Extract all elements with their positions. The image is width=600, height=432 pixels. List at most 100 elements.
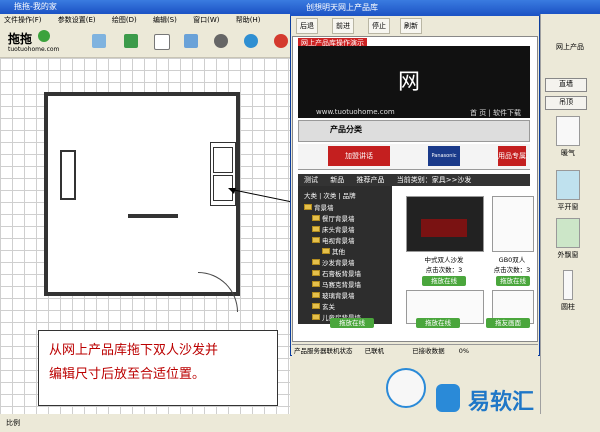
category-title: 产品分类: [330, 125, 362, 134]
sofa-cushion-1: [213, 147, 233, 173]
menu-file[interactable]: 文件操作(F): [4, 16, 42, 24]
wall-segment: [128, 214, 178, 218]
menu-edit[interactable]: 编辑(S): [153, 16, 177, 24]
sofa-image: [421, 219, 467, 237]
folder-icon: [312, 314, 320, 320]
bay-window-label: 外飘窗: [557, 251, 579, 259]
tree-item[interactable]: 其他: [322, 246, 345, 256]
refresh-button[interactable]: 刷新: [400, 18, 422, 34]
tree-item[interactable]: 马赛克背景墙: [312, 279, 361, 289]
open-icon[interactable]: [92, 34, 106, 48]
tree-tab-brand[interactable]: 品牌: [343, 192, 356, 200]
folder-icon: [312, 215, 320, 221]
tab-new[interactable]: 新品: [330, 176, 344, 184]
folder-icon: [312, 303, 320, 309]
settings-icon[interactable]: [214, 34, 228, 48]
app-logo: 拖拖: [8, 32, 33, 46]
drag-online-button[interactable]: 拖放在线: [422, 276, 466, 286]
menu-window[interactable]: 窗口(W): [193, 16, 219, 24]
radiator-label: 暖气: [561, 149, 575, 157]
column-icon: [563, 270, 573, 300]
casement-window-item[interactable]: 平开窗: [548, 170, 588, 212]
logo-ball-icon: [38, 30, 50, 42]
column-label: 圆柱: [561, 303, 575, 311]
menu-params[interactable]: 参数设置(E): [58, 16, 96, 24]
close-icon[interactable]: [274, 34, 288, 48]
menu-help[interactable]: 帮助(H): [236, 16, 261, 24]
tree-item[interactable]: 玻璃背景墙: [312, 290, 355, 300]
drag-online-button-3[interactable]: 拖放在线: [330, 318, 374, 328]
tree-item[interactable]: 背景墙: [304, 202, 334, 212]
product-tabs: 测试 新品 推荐产品 当前类别：家具>>沙发: [298, 174, 530, 186]
tab-recommended[interactable]: 推荐产品: [356, 176, 384, 184]
folder-icon: [312, 281, 320, 287]
promo-banner-2[interactable]: 用品专属: [498, 146, 526, 166]
radiator-icon: [556, 116, 580, 146]
popup-title: 创想明天网上产品库: [290, 0, 540, 16]
product-name: 中式双人沙发: [424, 256, 464, 264]
stop-button[interactable]: 停止: [368, 18, 390, 34]
room-outline[interactable]: [44, 92, 240, 296]
scale-label: 比例: [6, 419, 20, 427]
tree-tab-major[interactable]: 大类: [304, 192, 317, 200]
banner-text: 网: [398, 70, 421, 95]
tree-item[interactable]: 电视背景墙: [312, 235, 355, 245]
drag-online-button-4[interactable]: 拖放在线: [416, 318, 460, 328]
buddy-view-button[interactable]: 拖友画面: [486, 318, 530, 328]
tv-cabinet[interactable]: [60, 150, 76, 200]
mascot-icon: [386, 368, 426, 408]
tree-item[interactable]: 石膏板背景墙: [312, 268, 361, 278]
banner-url: www.tuotuohome.com: [316, 108, 395, 116]
tree-item[interactable]: 沙发背景墙: [312, 257, 355, 267]
app-logo-url: tuotuohome.com: [8, 46, 60, 53]
forward-button[interactable]: 前进: [332, 18, 354, 34]
status-received: 已接收数据: [412, 347, 445, 355]
banner-links[interactable]: 首 页 | 软件下载: [470, 108, 521, 118]
window-icon: [556, 170, 580, 200]
status-online: 已联机: [364, 347, 385, 355]
caption-line-1: 从网上产品库拖下双人沙发并: [49, 343, 219, 358]
column-item[interactable]: 圆柱: [548, 270, 588, 312]
watermark-text: 易软汇: [468, 390, 535, 415]
tree-tab-minor[interactable]: 次类: [323, 192, 336, 200]
main-toolbar: 拖拖 tuotuohome.com: [0, 26, 290, 58]
product-thumb-sofa[interactable]: [406, 196, 484, 252]
tab-test[interactable]: 测试: [304, 176, 318, 184]
breadcrumb: 当前类别：家具>>沙发: [396, 176, 472, 184]
product-thumb-2[interactable]: [492, 196, 534, 252]
drag-online-button-2[interactable]: 拖放在线: [496, 276, 530, 286]
caption-box: 从网上产品库拖下双人沙发并 编辑尺寸后放至合适位置。: [38, 330, 278, 406]
ceiling-button[interactable]: 吊顶: [545, 96, 587, 110]
main-menubar: 文件操作(F) 参数设置(E) 绘图(D) 编辑(S) 窗口(W) 帮助(H): [0, 14, 290, 26]
print-icon[interactable]: [184, 34, 198, 48]
tree-header: 大类 | 次类 | 品牌: [304, 192, 356, 200]
tree-item[interactable]: 玄关: [312, 301, 335, 311]
brand-shield-icon: [436, 384, 460, 412]
folder-icon: [312, 292, 320, 298]
popup-navbar: 后退 前进 停止 刷新: [292, 18, 538, 34]
bay-window-item[interactable]: 外飘窗: [548, 218, 588, 260]
folder-icon: [322, 248, 330, 254]
casement-window-label: 平开窗: [557, 203, 579, 211]
network-icon[interactable]: [244, 34, 258, 48]
product-name-2: GB0双人: [498, 256, 526, 264]
right-panel: [540, 14, 600, 414]
back-button[interactable]: 后退: [296, 18, 318, 34]
bottom-statusbar: 比例: [0, 414, 290, 432]
status-server: 产品服务器联机状态: [294, 347, 353, 355]
brand-logo[interactable]: Panasonic: [428, 146, 460, 166]
radiator-item[interactable]: 暖气: [548, 116, 588, 158]
popup-statusbar: 产品服务器联机状态 已联机 已接收数据 0%: [292, 344, 538, 356]
right-panel-title: 网上产品: [556, 43, 584, 51]
folder-icon: [312, 226, 320, 232]
promo-banner[interactable]: 加盟讲话: [328, 146, 390, 166]
folder-icon: [304, 204, 312, 210]
new-icon[interactable]: [154, 34, 170, 50]
folder-icon: [312, 259, 320, 265]
menu-draw[interactable]: 绘图(D): [112, 16, 137, 24]
save-icon[interactable]: [124, 34, 138, 48]
tree-item[interactable]: 餐厅背景墙: [312, 213, 355, 223]
caption-line-2: 编辑尺寸后放至合适位置。: [49, 367, 206, 382]
tree-item[interactable]: 床头背景墙: [312, 224, 355, 234]
straight-wall-button[interactable]: 直墙: [545, 78, 587, 92]
